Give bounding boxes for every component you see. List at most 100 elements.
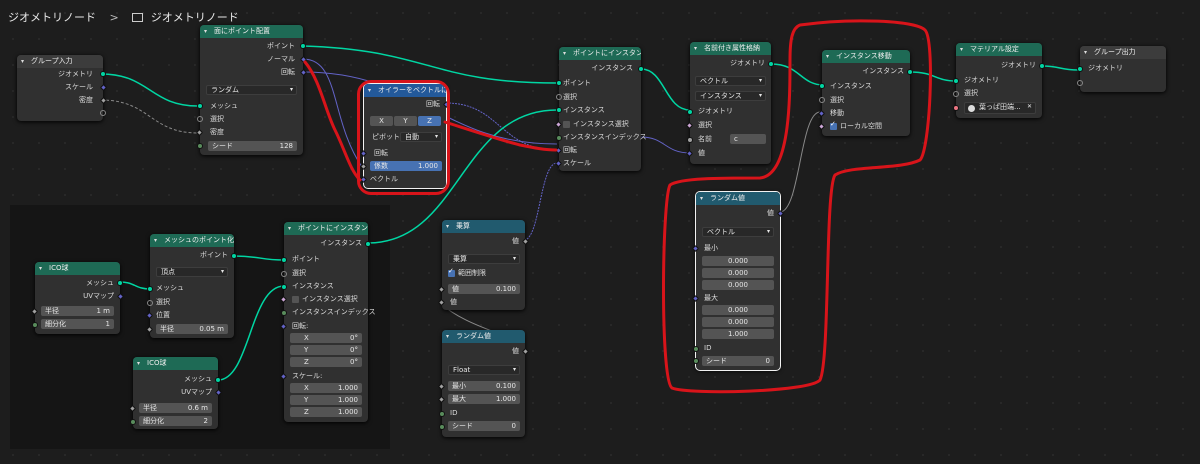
math-multiply-node[interactable]: ▾ 乗算 値 乗算 ▾ 範囲制限 値 0.100 値 (437, 220, 530, 310)
random-value-float-node[interactable]: ▾ ランダム値 値 Float ▾ 最小 0.100 最大 1.000 ID シード 0 (437, 330, 530, 437)
collapse-icon[interactable]: ▾ (826, 50, 829, 63)
socket-material[interactable] (953, 105, 959, 111)
socket-geometry-out[interactable] (768, 61, 774, 67)
socket-name[interactable] (687, 137, 693, 143)
socket-geometry-in[interactable] (687, 109, 693, 115)
breadcrumb-current[interactable]: ジオメトリノード (151, 11, 239, 24)
seed-field[interactable]: シード 0 (702, 356, 774, 366)
subdivisions-field[interactable]: 細分化 1 (41, 319, 114, 329)
socket-points[interactable] (556, 80, 562, 86)
socket-points[interactable] (281, 257, 287, 263)
ico-sphere-node-2[interactable]: ▾ ICO球 メッシュ UVマップ 半径 0.6 m 細分化 2 (128, 357, 223, 429)
collapse-icon[interactable]: ▾ (368, 84, 371, 97)
collapse-icon[interactable]: ▾ (446, 220, 449, 233)
socket-selection[interactable] (953, 91, 959, 97)
data-type-dropdown[interactable]: ベクトル ▾ (695, 76, 766, 86)
collapse-icon[interactable]: ▾ (204, 25, 207, 38)
collapse-icon[interactable]: ▾ (288, 222, 291, 235)
socket-seed[interactable] (439, 424, 445, 430)
radius-field[interactable]: 半径 0.05 m (156, 324, 228, 334)
socket-instances-out[interactable] (638, 66, 644, 72)
scale-y-field[interactable]: Y 1.000 (290, 395, 362, 405)
instance-on-points-node-2[interactable]: ▾ ポイントにインスタン... インスタンス ポイント 選択 インスタンス インス… (279, 222, 376, 422)
seed-field[interactable]: シード 128 (208, 141, 297, 151)
mesh-to-points-node[interactable]: ▾ メッシュのポイント化 ポイント 頂点 ▾ メッシュ 選択 位置 半径 0.05 m (145, 234, 237, 338)
socket-empty[interactable] (1077, 80, 1083, 86)
min-x-field[interactable]: 0.000 (702, 256, 774, 266)
collapse-icon[interactable]: ▾ (1084, 46, 1087, 59)
socket-subdivisions[interactable] (130, 419, 136, 425)
socket-instances-in[interactable] (819, 83, 825, 89)
socket-id[interactable] (693, 346, 699, 352)
socket-geometry-in[interactable] (953, 78, 959, 84)
socket-geometry[interactable] (100, 71, 106, 77)
max-x-field[interactable]: 0.000 (702, 305, 774, 315)
breadcrumb-root[interactable]: ジオメトリノード (8, 11, 96, 24)
mode-dropdown[interactable]: 頂点 ▾ (156, 267, 228, 277)
ico-sphere-node-1[interactable]: ▾ ICO球 メッシュ UVマップ 半径 1 m 細分化 1 (30, 262, 125, 334)
max-y-field[interactable]: 0.000 (702, 317, 774, 327)
data-type-dropdown[interactable]: Float ▾ (448, 365, 520, 375)
euler-to-vector-node[interactable]: ▾ オイラーをベクトルに... 回転 X Y Z ピボット 自動 ▾ 回転 係数 1.… (359, 83, 451, 189)
translate-instances-node[interactable]: ▾ インスタンス移動 インスタンス インスタンス 選択 移動 ローカル空間 (817, 50, 913, 136)
scale-x-field[interactable]: X 1.000 (290, 383, 362, 393)
material-selector[interactable]: 葉っぱ田端... ✕ (964, 102, 1036, 114)
axis-x-button[interactable]: X (370, 116, 393, 126)
distribute-mode-dropdown[interactable]: ランダム ▾ (206, 85, 297, 95)
socket-selection[interactable] (197, 116, 203, 122)
pivot-dropdown[interactable]: 自動 ▾ (400, 132, 442, 142)
collapse-icon[interactable]: ▾ (446, 330, 449, 343)
attribute-name-field[interactable]: c (730, 134, 766, 144)
collapse-icon[interactable]: ▾ (960, 43, 963, 56)
clamp-checkbox[interactable] (448, 267, 455, 277)
instance-on-points-node[interactable]: ▾ ポイントにインスタン... インスタンス ポイント 選択 インスタンス インス… (554, 47, 647, 171)
collapse-icon[interactable]: ▾ (39, 262, 42, 275)
socket-instances-out[interactable] (907, 69, 913, 75)
socket-selection[interactable] (147, 300, 153, 306)
socket-selection[interactable] (819, 97, 825, 103)
axis-y-button[interactable]: Y (394, 116, 417, 126)
local-space-checkbox[interactable] (830, 120, 837, 130)
socket-empty[interactable] (100, 110, 106, 116)
max-field[interactable]: 最大 1.000 (448, 394, 520, 404)
socket-subdivisions[interactable] (32, 322, 38, 328)
socket-mesh[interactable] (117, 280, 123, 286)
socket-geometry-out[interactable] (1039, 63, 1045, 69)
value-field[interactable]: 値 0.100 (448, 284, 520, 294)
socket-seed[interactable] (693, 358, 699, 364)
min-field[interactable]: 最小 0.100 (448, 381, 520, 391)
socket-instance-index[interactable] (556, 135, 562, 141)
socket-instance[interactable] (556, 107, 562, 113)
socket-mesh[interactable] (147, 286, 153, 292)
instance-selection-checkbox[interactable] (292, 296, 299, 303)
socket-points[interactable] (231, 253, 237, 259)
instance-selection-checkbox[interactable] (563, 121, 570, 128)
store-named-attribute-node[interactable]: ▾ 名前付き属性格納 ジオメトリ ベクトル ▾ インスタンス ▾ ジオメトリ 選択 名… (685, 42, 774, 164)
data-type-dropdown[interactable]: ベクトル ▾ (702, 227, 774, 237)
close-icon[interactable]: ✕ (1027, 103, 1032, 111)
rotation-y-field[interactable]: Y 0° (290, 345, 362, 355)
collapse-icon[interactable]: ▾ (154, 234, 157, 247)
min-y-field[interactable]: 0.000 (702, 268, 774, 278)
socket-instances-out[interactable] (365, 241, 371, 247)
subdivisions-field[interactable]: 細分化 2 (139, 416, 212, 426)
seed-field[interactable]: シード 0 (448, 421, 520, 431)
set-material-node[interactable]: ▾ マテリアル設定 ジオメトリ ジオメトリ 選択 葉っぱ田端... ✕ (953, 43, 1045, 118)
socket-id[interactable] (439, 411, 445, 417)
socket-seed[interactable] (197, 143, 203, 149)
socket-selection[interactable] (281, 271, 287, 277)
scale-z-field[interactable]: Z 1.000 (290, 407, 362, 417)
domain-dropdown[interactable]: インスタンス ▾ (695, 91, 766, 101)
socket-instance-index[interactable] (281, 310, 287, 316)
operation-dropdown[interactable]: 乗算 ▾ (448, 254, 520, 264)
distribute-points-node[interactable]: ▾ 面にポイント配置 ポイント ノーマル 回転 ランダム ▾ メッシュ 選択 密度 … (195, 25, 308, 155)
min-z-field[interactable]: 0.000 (702, 280, 774, 290)
socket-instance[interactable] (281, 284, 287, 290)
radius-field[interactable]: 半径 0.6 m (139, 403, 212, 413)
socket-selection[interactable] (556, 94, 562, 100)
collapse-icon[interactable]: ▾ (21, 55, 24, 68)
socket-mesh[interactable] (215, 377, 221, 383)
random-value-vector-node[interactable]: ▾ ランダム値 値 ベクトル ▾ 最小 0.000 0.000 0.000 最大 0… (691, 191, 785, 371)
collapse-icon[interactable]: ▾ (700, 192, 703, 205)
socket-geometry[interactable] (1077, 66, 1083, 72)
